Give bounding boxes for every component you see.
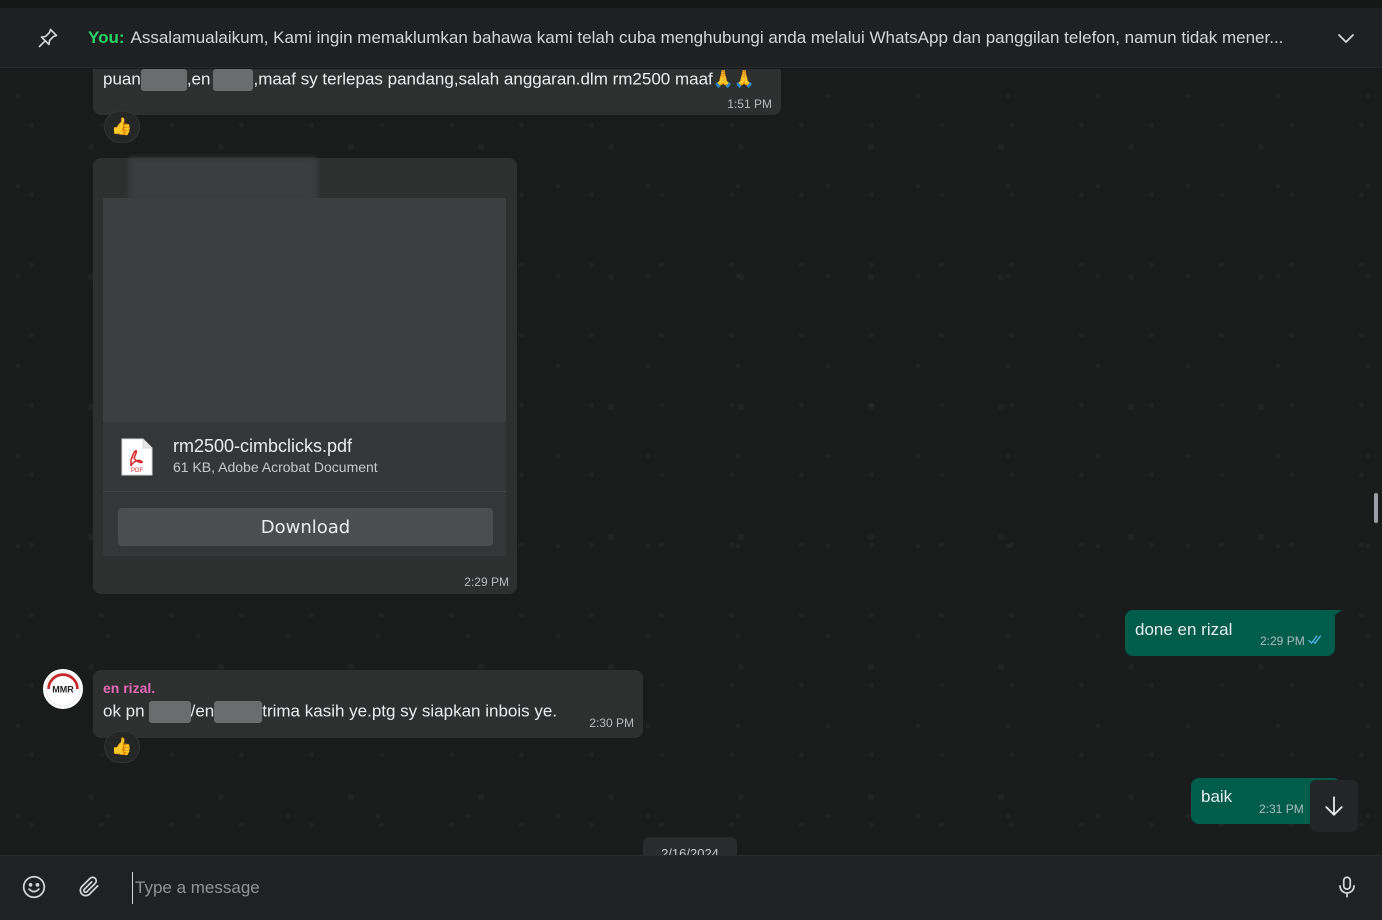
bubble-tail [1328, 610, 1342, 620]
message-bubble-incoming[interactable]: en rizal. ok pn/en trima kasih ye.ptg sy … [93, 670, 643, 738]
message-text: baik [1201, 787, 1233, 806]
document-download-area: Download [103, 492, 506, 556]
message-timestamp: 1:51 PM [727, 97, 772, 111]
redacted-sender [128, 157, 318, 201]
pinned-sender: You: [88, 28, 125, 47]
date-separator: 2/16/2024 [643, 837, 737, 855]
paperclip-icon[interactable] [76, 874, 102, 900]
microphone-icon[interactable] [1334, 874, 1360, 900]
pinned-message-text: You: Assalamualaikum, Kami ingin memaklum… [88, 28, 1318, 48]
double-check-icon [1308, 635, 1322, 645]
message-text-part: ok pn [103, 701, 145, 721]
document-message[interactable]: PDF rm2500-cimbclicks.pdf 61 KB, Adobe A… [93, 157, 517, 594]
arrow-down-icon [1325, 796, 1343, 816]
message-bubble-incoming[interactable]: puan ,en ,maaf sy terlepas pandang,salah a… [93, 69, 781, 115]
message-text-part: trima kasih ye.ptg sy siapkan inbois ye. [262, 701, 558, 721]
message-timestamp: 2:29 PM [1260, 634, 1305, 648]
reaction-badge[interactable]: 👍 [104, 731, 140, 763]
redacted-name [148, 701, 191, 723]
avatar[interactable]: MMR [43, 669, 83, 709]
message-text-part: ,en [186, 69, 211, 89]
pinned-message-body: Assalamualaikum, Kami ingin memaklumkan … [130, 28, 1284, 47]
pdf-file-icon: PDF [121, 438, 153, 476]
document-file-meta: 61 KB, Adobe Acrobat Document [173, 459, 378, 475]
avatar-text: MMR [52, 685, 74, 695]
redacted-name [213, 69, 254, 91]
message-input[interactable] [132, 872, 1292, 904]
redacted-name [214, 701, 263, 723]
message-text: ok pn/en trima kasih ye.ptg sy siapkan in… [103, 701, 557, 723]
document-file-name: rm2500-cimbclicks.pdf [173, 436, 353, 456]
download-button[interactable]: Download [118, 508, 493, 546]
pinned-message-bar[interactable]: You: Assalamualaikum, Kami ingin memaklum… [0, 8, 1382, 68]
message-timestamp: 2:30 PM [589, 716, 634, 730]
document-info[interactable]: PDF rm2500-cimbclicks.pdf 61 KB, Adobe A… [103, 422, 506, 492]
pin-icon[interactable] [36, 26, 60, 50]
message-composer [0, 855, 1382, 920]
chat-message-area[interactable]: puan ,en ,maaf sy terlepas pandang,salah a… [0, 69, 1382, 855]
message-text: puan ,en ,maaf sy terlepas pandang,salah a… [103, 69, 755, 91]
scrollbar-thumb[interactable] [1374, 493, 1378, 523]
reaction-badge[interactable]: 👍 [104, 111, 140, 143]
emoji-icon[interactable] [21, 874, 47, 900]
message-timestamp: 2:29 PM [464, 575, 509, 589]
redacted-name [140, 69, 187, 91]
message-bubble-outgoing[interactable]: done en rizal 2:29 PM [1125, 610, 1335, 656]
sender-name[interactable]: en rizal. [103, 680, 155, 696]
message-text: done en rizal [1135, 620, 1233, 639]
document-preview[interactable] [103, 198, 506, 422]
message-text-part: puan [103, 69, 141, 89]
message-timestamp: 2:31 PM [1259, 802, 1304, 816]
chevron-down-icon[interactable] [1336, 28, 1356, 48]
message-text-part: ,maaf sy terlepas pandang,salah anggaran… [253, 69, 756, 89]
pdf-label: PDF [131, 468, 143, 474]
scroll-to-bottom-button[interactable] [1310, 780, 1358, 832]
avatar-logo-icon: MMR [46, 672, 80, 706]
message-text-part: /en [190, 701, 215, 721]
